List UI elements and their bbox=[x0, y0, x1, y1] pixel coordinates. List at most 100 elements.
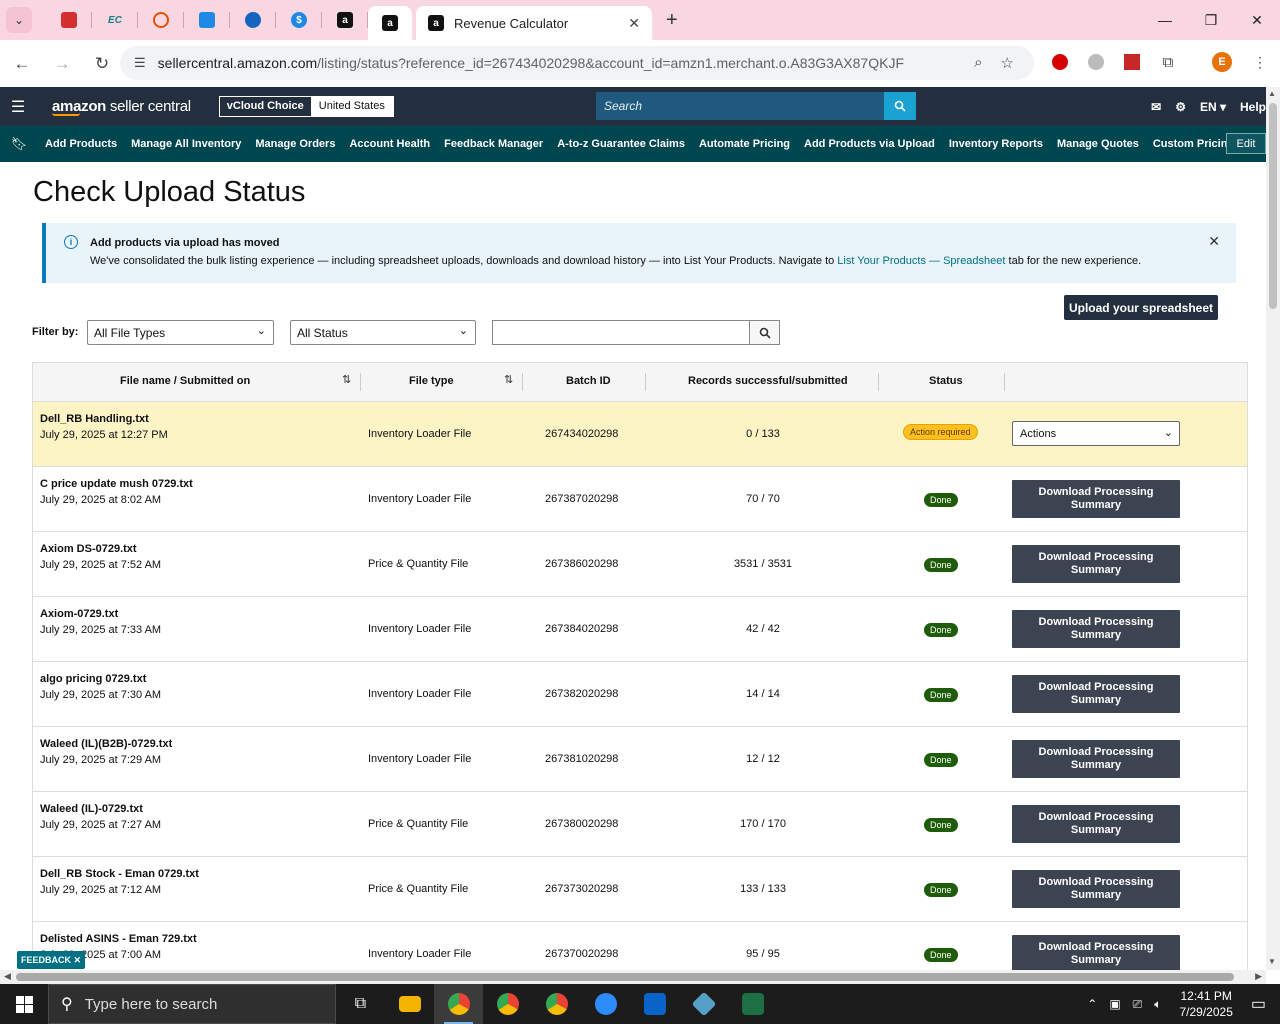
header-file-name[interactable]: File name / Submitted on bbox=[120, 375, 250, 387]
nav-inventory-reports[interactable]: Inventory Reports bbox=[942, 138, 1050, 150]
mail-icon[interactable]: ✉ bbox=[1151, 100, 1161, 114]
tab-revenue-calculator[interactable]: a Revenue Calculator ✕ bbox=[416, 6, 652, 40]
task-view-icon[interactable]: ⧉ bbox=[336, 984, 385, 1024]
close-window-icon[interactable]: ✕ bbox=[1234, 0, 1280, 40]
gear-icon[interactable]: ⚙ bbox=[1175, 100, 1186, 114]
status-badge: Action required bbox=[903, 424, 978, 440]
download-summary-button[interactable]: Download Processing Summary bbox=[1012, 480, 1180, 518]
profile-avatar[interactable]: E bbox=[1212, 52, 1232, 72]
status-badge: Done bbox=[924, 818, 958, 832]
forward-icon[interactable]: → bbox=[44, 54, 80, 74]
help-link[interactable]: Help bbox=[1240, 100, 1266, 114]
nav-manage-quotes[interactable]: Manage Quotes bbox=[1050, 138, 1146, 150]
download-summary-button[interactable]: Download Processing Summary bbox=[1012, 740, 1180, 778]
scrollbar-thumb[interactable] bbox=[16, 973, 1234, 981]
tab-search-icon[interactable]: ⌄ bbox=[6, 7, 32, 33]
list-your-products-link[interactable]: List Your Products — Spreadsheet bbox=[837, 255, 1005, 267]
header-file-type[interactable]: File type bbox=[409, 375, 454, 387]
scroll-right-icon[interactable]: ▶ bbox=[1255, 971, 1262, 982]
reload-icon[interactable]: ↻ bbox=[84, 54, 120, 74]
hamburger-menu-icon[interactable]: ☰ bbox=[0, 97, 36, 117]
download-summary-button[interactable]: Download Processing Summary bbox=[1012, 935, 1180, 971]
file-type-filter[interactable]: All File Types ⌄ bbox=[87, 320, 274, 345]
download-summary-button[interactable]: Download Processing Summary bbox=[1012, 675, 1180, 713]
pinned-tab[interactable] bbox=[184, 0, 230, 40]
feedback-button[interactable]: FEEDBACK ✕ bbox=[17, 951, 85, 969]
horizontal-scrollbar[interactable]: ◀ ▶ bbox=[0, 970, 1266, 984]
pinned-tab[interactable]: $ bbox=[276, 0, 322, 40]
back-icon[interactable]: ← bbox=[4, 54, 40, 74]
app-diamond-icon[interactable] bbox=[679, 984, 728, 1024]
windows-taskbar: ⚲ Type here to search ⧉ ⌃ ▣ ⎚ 🔈︎ 12:41 PM… bbox=[0, 984, 1280, 1024]
excel-icon[interactable] bbox=[728, 984, 777, 1024]
seller-central-logo[interactable]: amazon seller central bbox=[52, 98, 191, 116]
file-search-input[interactable] bbox=[492, 320, 750, 345]
download-summary-button[interactable]: Download Processing Summary bbox=[1012, 870, 1180, 908]
url-field[interactable]: ☰ sellercentral.amazon.com/listing/statu… bbox=[120, 46, 1034, 80]
pinned-tab[interactable]: EC bbox=[92, 0, 138, 40]
nav-manage-orders[interactable]: Manage Orders bbox=[248, 138, 342, 150]
sort-icon[interactable]: ⇅ bbox=[504, 373, 513, 386]
nav-automate-pricing[interactable]: Automate Pricing bbox=[692, 138, 797, 150]
nav-add-products[interactable]: Add Products bbox=[38, 138, 124, 150]
action-center-icon[interactable]: ▭ bbox=[1251, 994, 1266, 1014]
chrome-icon[interactable] bbox=[434, 984, 483, 1024]
pinned-tab[interactable]: a bbox=[322, 0, 368, 40]
browser-menu-icon[interactable]: ⋮ bbox=[1250, 52, 1270, 72]
nav-account-health[interactable]: Account Health bbox=[342, 138, 437, 150]
nav-feedback-manager[interactable]: Feedback Manager bbox=[437, 138, 550, 150]
minimize-icon[interactable]: — bbox=[1142, 0, 1188, 40]
chevron-up-icon[interactable]: ⌃ bbox=[1087, 997, 1097, 1011]
active-pinned-tab[interactable]: a bbox=[368, 6, 412, 40]
chrome-profile-2-icon[interactable] bbox=[532, 984, 581, 1024]
network-icon[interactable]: ⎚ bbox=[1133, 997, 1143, 1012]
taskbar-search[interactable]: ⚲ Type here to search bbox=[48, 984, 336, 1024]
clock[interactable]: 12:41 PM 7/29/2025 bbox=[1179, 988, 1232, 1020]
pinned-tab[interactable] bbox=[138, 0, 184, 40]
close-tab-icon[interactable]: ✕ bbox=[628, 15, 640, 32]
bookmark-star-icon[interactable]: ☆ bbox=[1001, 54, 1014, 72]
extension-pdf-icon[interactable] bbox=[1122, 52, 1142, 72]
vertical-scrollbar[interactable]: ▲ ▼ bbox=[1266, 87, 1280, 970]
volume-icon[interactable]: 🔈︎ bbox=[1154, 997, 1161, 1012]
bookmark-icon[interactable]: 🔖︎ bbox=[0, 136, 38, 152]
language-selector[interactable]: EN ▾ bbox=[1200, 100, 1226, 114]
extension-globe-icon[interactable] bbox=[1086, 52, 1106, 72]
file-search-button[interactable] bbox=[749, 320, 780, 345]
seller-search-input[interactable] bbox=[596, 92, 884, 120]
download-summary-button[interactable]: Download Processing Summary bbox=[1012, 610, 1180, 648]
scrollbar-thumb[interactable] bbox=[1269, 103, 1277, 309]
actions-dropdown[interactable]: Actions ⌄ bbox=[1012, 421, 1180, 446]
store-switcher[interactable]: vCloud Choice United States bbox=[218, 96, 394, 117]
zoom-icon[interactable]: ⌕ bbox=[974, 54, 982, 72]
windows-start-icon[interactable] bbox=[0, 995, 48, 1013]
site-settings-icon[interactable]: ☰ bbox=[134, 55, 146, 71]
outlook-icon[interactable] bbox=[630, 984, 679, 1024]
scroll-left-icon[interactable]: ◀ bbox=[4, 971, 11, 982]
swirl-favicon-icon bbox=[153, 12, 169, 28]
scroll-up-icon[interactable]: ▲ bbox=[1268, 89, 1276, 98]
download-summary-button[interactable]: Download Processing Summary bbox=[1012, 545, 1180, 583]
search-icon[interactable] bbox=[884, 92, 916, 120]
edit-nav-button[interactable]: Edit bbox=[1226, 133, 1266, 154]
upload-spreadsheet-button[interactable]: Upload your spreadsheet bbox=[1064, 295, 1218, 320]
nav-a-to-z-claims[interactable]: A-to-z Guarantee Claims bbox=[550, 138, 692, 150]
pinned-tab[interactable] bbox=[230, 0, 276, 40]
new-tab-icon[interactable]: + bbox=[666, 9, 678, 32]
notification-app-icon[interactable]: ▣ bbox=[1109, 997, 1120, 1011]
zoom-icon[interactable] bbox=[581, 984, 630, 1024]
extension-red-icon[interactable] bbox=[1050, 52, 1070, 72]
sort-icon[interactable]: ⇅ bbox=[342, 373, 351, 386]
pinned-tab[interactable] bbox=[46, 0, 92, 40]
restore-icon[interactable]: ❐ bbox=[1188, 0, 1234, 40]
download-summary-button[interactable]: Download Processing Summary bbox=[1012, 805, 1180, 843]
close-banner-icon[interactable]: ✕ bbox=[1208, 233, 1220, 250]
nav-manage-all-inventory[interactable]: Manage All Inventory bbox=[124, 138, 248, 150]
chrome-profile-icon[interactable] bbox=[483, 984, 532, 1024]
scroll-down-icon[interactable]: ▼ bbox=[1268, 957, 1276, 966]
nav-add-products-upload[interactable]: Add Products via Upload bbox=[797, 138, 942, 150]
status-filter[interactable]: All Status ⌄ bbox=[290, 320, 476, 345]
system-tray: ⌃ ▣ ⎚ 🔈︎ 12:41 PM 7/29/2025 ▭ bbox=[1081, 984, 1280, 1024]
extensions-puzzle-icon[interactable]: ⧉ bbox=[1158, 52, 1178, 72]
file-explorer-icon[interactable] bbox=[385, 984, 434, 1024]
